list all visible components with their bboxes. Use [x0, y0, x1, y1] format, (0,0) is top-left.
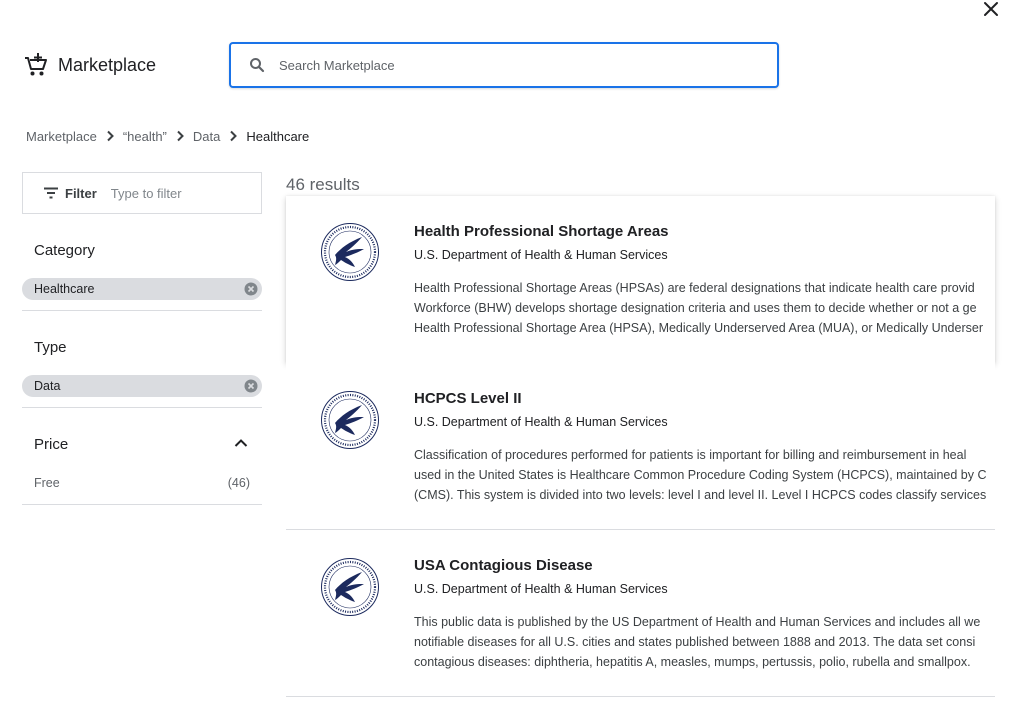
result-publisher: U.S. Department of Health & Human Servic…: [414, 582, 668, 596]
description-line: Workforce (BHW) develops shortage design…: [414, 301, 977, 315]
description-line: Health Professional Shortage Area (HPSA)…: [414, 321, 983, 335]
results-count: 46 results: [286, 175, 360, 194]
result-publisher: U.S. Department of Health & Human Servic…: [414, 248, 668, 262]
breadcrumb: Marketplace “health” Data Healthcare: [26, 126, 309, 146]
type-chip: Data: [22, 375, 262, 397]
result-publisher: U.S. Department of Health & Human Servic…: [414, 415, 668, 429]
chip-label: Data: [34, 379, 61, 393]
result-description: Health Professional Shortage Areas (HPSA…: [414, 278, 995, 338]
search-icon: [249, 57, 265, 73]
result-description: This public data is published by the US …: [414, 612, 995, 672]
result-description: Classification of procedures performed f…: [414, 445, 995, 505]
result-title[interactable]: Health Professional Shortage Areas: [414, 223, 669, 240]
brand: Marketplace: [24, 50, 156, 80]
collapse-button[interactable]: [234, 438, 248, 448]
close-icon: [984, 2, 998, 16]
chevron-right-icon: [176, 130, 184, 142]
filter-list-icon: [43, 187, 59, 199]
filter-label: Filter: [65, 185, 97, 201]
page-title: Marketplace: [58, 54, 157, 75]
description-line: (CMS). This system is divided into two l…: [414, 488, 987, 502]
chevron-right-icon: [229, 130, 238, 142]
facet-title-price: Price: [34, 436, 69, 453]
breadcrumb-search-term[interactable]: “health”: [123, 129, 167, 144]
category-chip: Healthcare: [22, 278, 262, 300]
facet-category: Category Healthcare: [22, 228, 262, 311]
price-option-free[interactable]: Free (46): [34, 476, 250, 490]
breadcrumb-healthcare: Healthcare: [246, 128, 310, 144]
search-bar[interactable]: [229, 42, 779, 88]
description-line: Classification of procedures performed f…: [414, 448, 967, 462]
remove-chip-icon[interactable]: [244, 379, 258, 393]
result-title[interactable]: USA Contagious Disease: [414, 557, 593, 574]
chip-label: Healthcare: [34, 282, 95, 296]
price-option-label: Free: [34, 476, 60, 490]
description-line: used in the United States is Healthcare …: [414, 468, 987, 482]
facet-title-category: Category: [34, 242, 95, 259]
breadcrumb-marketplace[interactable]: Marketplace: [26, 129, 97, 144]
result-card[interactable]: Health Professional Shortage Areas U.S. …: [286, 196, 995, 363]
facet-type: Type Data: [22, 311, 262, 408]
remove-chip-icon[interactable]: [244, 282, 258, 296]
filter-box[interactable]: Filter: [22, 172, 262, 214]
search-input[interactable]: [279, 57, 739, 73]
hhs-seal-icon: [321, 391, 379, 449]
close-button[interactable]: [980, 0, 1002, 18]
chevron-up-icon: [234, 439, 248, 447]
result-card[interactable]: USA Contagious Disease U.S. Department o…: [286, 530, 995, 697]
breadcrumb-data[interactable]: Data: [193, 129, 220, 144]
description-line: contagious diseases: diphtheria, hepatit…: [414, 655, 971, 669]
hhs-seal-icon: [321, 223, 379, 281]
hhs-seal-icon: [321, 558, 379, 616]
filter-input[interactable]: [110, 185, 231, 201]
description-line: notifiable diseases for all U.S. cities …: [414, 635, 976, 649]
description-line: Health Professional Shortage Areas (HPSA…: [414, 281, 975, 295]
result-title[interactable]: HCPCS Level II: [414, 390, 522, 407]
facet-price: Price Free (46): [22, 408, 262, 505]
result-card[interactable]: HCPCS Level II U.S. Department of Health…: [286, 363, 995, 530]
description-line: This public data is published by the US …: [414, 615, 981, 629]
chevron-right-icon: [106, 130, 114, 142]
price-option-count: (46): [227, 476, 250, 490]
facet-title-type: Type: [34, 339, 67, 356]
cart-icon: [25, 53, 47, 76]
